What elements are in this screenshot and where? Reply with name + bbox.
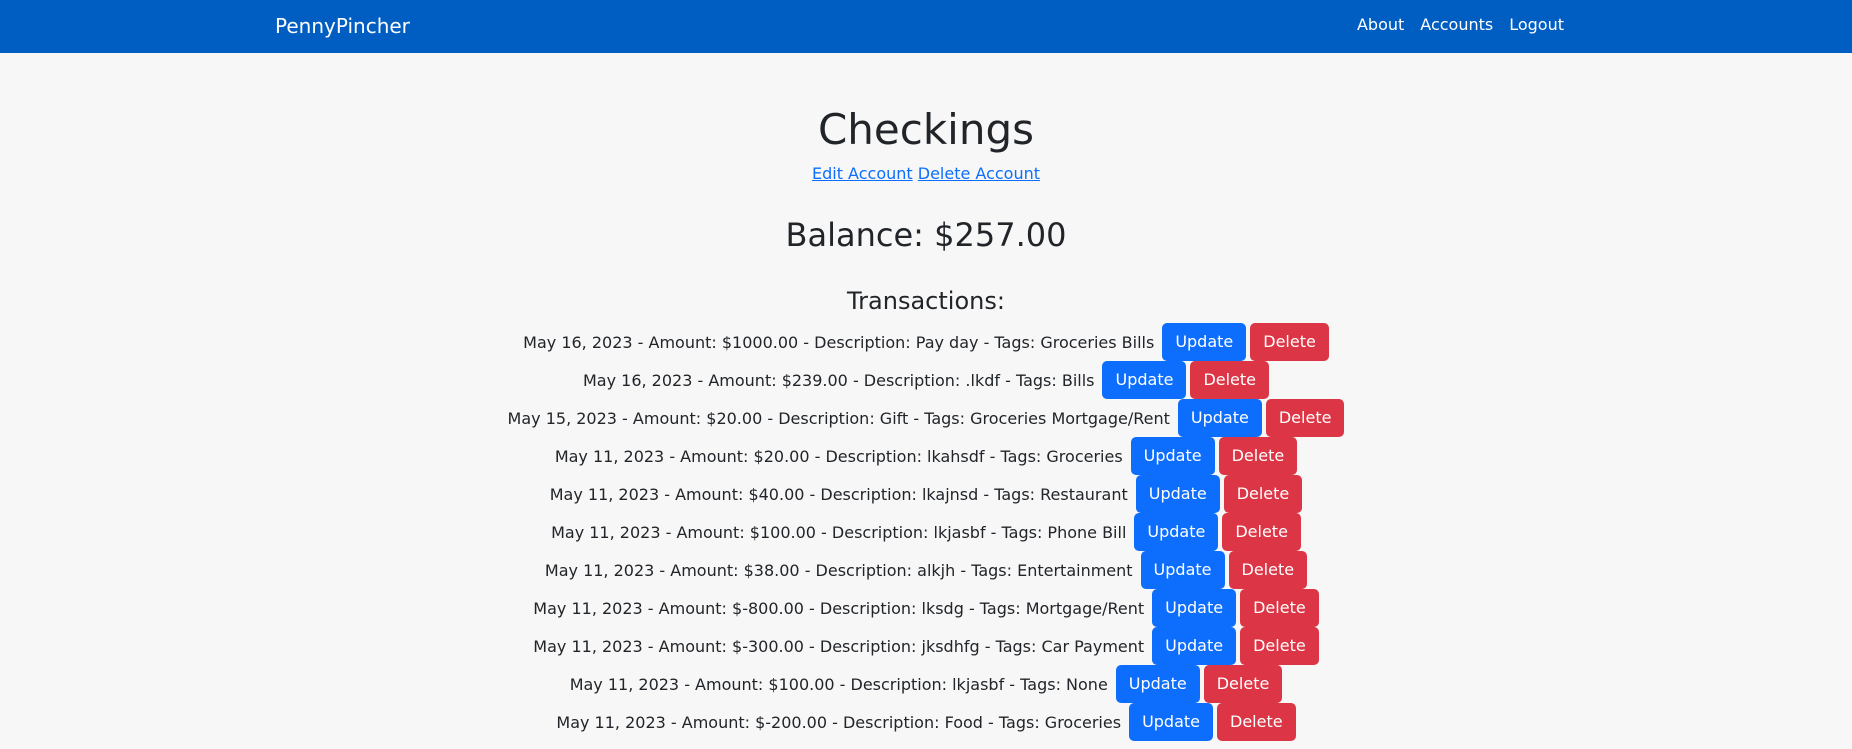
delete-transaction-button[interactable]: Delete — [1222, 513, 1301, 551]
update-transaction-button[interactable]: Update — [1129, 703, 1214, 741]
delete-transaction-button[interactable]: Delete — [1265, 399, 1345, 437]
update-transaction-button[interactable]: Update — [1140, 551, 1225, 589]
update-transaction-button[interactable]: Update — [1177, 399, 1262, 437]
transaction-row: May 11, 2023 - Amount: $100.00 - Descrip… — [0, 513, 1852, 551]
transaction-text: May 11, 2023 - Amount: $20.00 - Descript… — [554, 446, 1123, 466]
update-transaction-button[interactable]: Update — [1152, 589, 1237, 627]
nav-link-accounts[interactable]: Accounts — [1420, 15, 1493, 34]
delete-transaction-button[interactable]: Delete — [1190, 361, 1270, 399]
account-balance: Balance: $257.00 — [785, 216, 1067, 254]
update-transaction-button[interactable]: Update — [1162, 323, 1247, 361]
transaction-row: May 11, 2023 - Amount: $38.00 - Descript… — [0, 551, 1852, 589]
transaction-row: May 11, 2023 - Amount: $-300.00 - Descri… — [0, 627, 1852, 665]
delete-transaction-button[interactable]: Delete — [1203, 665, 1283, 703]
brand-link[interactable]: PennyPincher — [275, 14, 410, 38]
transaction-row: May 11, 2023 - Amount: $-800.00 - Descri… — [0, 589, 1852, 627]
transaction-row: May 11, 2023 - Amount: $40.00 - Descript… — [0, 475, 1852, 513]
transactions-list: May 16, 2023 - Amount: $1000.00 - Descri… — [0, 323, 1852, 741]
delete-account-link[interactable]: Delete Account — [918, 164, 1040, 183]
transactions-heading: Transactions: — [847, 287, 1005, 315]
transaction-text: May 11, 2023 - Amount: $-200.00 - Descri… — [556, 712, 1122, 732]
transaction-row: May 16, 2023 - Amount: $239.00 - Descrip… — [0, 361, 1852, 399]
transaction-row: May 16, 2023 - Amount: $1000.00 - Descri… — [0, 323, 1852, 361]
transaction-text: May 11, 2023 - Amount: $100.00 - Descrip… — [569, 674, 1108, 694]
delete-transaction-button[interactable]: Delete — [1240, 627, 1319, 665]
transaction-text: May 11, 2023 - Amount: $-300.00 - Descri… — [533, 636, 1145, 656]
delete-transaction-button[interactable]: Delete — [1217, 703, 1296, 741]
update-transaction-button[interactable]: Update — [1115, 665, 1200, 703]
update-transaction-button[interactable]: Update — [1130, 437, 1215, 475]
nav-link-about[interactable]: About — [1357, 15, 1404, 34]
transaction-row: May 15, 2023 - Amount: $20.00 - Descript… — [0, 399, 1852, 437]
edit-account-link[interactable]: Edit Account — [812, 164, 913, 183]
delete-transaction-button[interactable]: Delete — [1250, 323, 1329, 361]
transaction-text: May 11, 2023 - Amount: $100.00 - Descrip… — [551, 522, 1127, 542]
delete-transaction-button[interactable]: Delete — [1240, 589, 1319, 627]
transaction-text: May 15, 2023 - Amount: $20.00 - Descript… — [507, 408, 1170, 428]
delete-transaction-button[interactable]: Delete — [1223, 475, 1303, 513]
transaction-row: May 11, 2023 - Amount: $-200.00 - Descri… — [0, 703, 1852, 741]
account-title: Checkings — [817, 105, 1035, 154]
transaction-text: May 11, 2023 - Amount: $40.00 - Descript… — [549, 484, 1128, 504]
transaction-row: May 11, 2023 - Amount: $100.00 - Descrip… — [0, 665, 1852, 703]
transaction-text: May 16, 2023 - Amount: $1000.00 - Descri… — [523, 332, 1155, 352]
nav-link-logout[interactable]: Logout — [1509, 15, 1564, 34]
transaction-row: May 11, 2023 - Amount: $20.00 - Descript… — [0, 437, 1852, 475]
delete-transaction-button[interactable]: Delete — [1228, 551, 1308, 589]
update-transaction-button[interactable]: Update — [1152, 627, 1237, 665]
delete-transaction-button[interactable]: Delete — [1218, 437, 1298, 475]
main-content: Checkings Edit Account Delete Account Ba… — [0, 101, 1852, 741]
navbar: PennyPincher About Accounts Logout — [0, 0, 1852, 53]
update-transaction-button[interactable]: Update — [1135, 475, 1220, 513]
update-transaction-button[interactable]: Update — [1102, 361, 1187, 399]
account-links: Edit Account Delete Account — [0, 161, 1852, 187]
transaction-text: May 11, 2023 - Amount: $-800.00 - Descri… — [533, 598, 1145, 618]
transaction-text: May 11, 2023 - Amount: $38.00 - Descript… — [544, 560, 1133, 580]
update-transaction-button[interactable]: Update — [1134, 513, 1219, 551]
transaction-text: May 16, 2023 - Amount: $239.00 - Descrip… — [582, 370, 1095, 390]
nav-links: About Accounts Logout — [1357, 15, 1564, 34]
